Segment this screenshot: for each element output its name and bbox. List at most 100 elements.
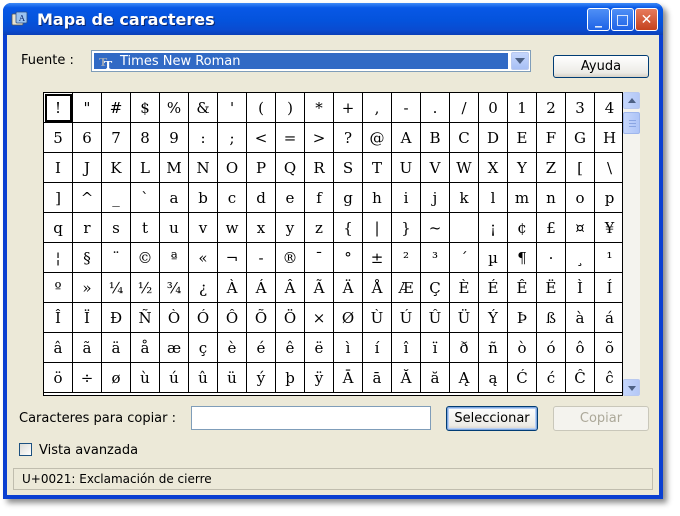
character-cell[interactable]: µ [479, 243, 508, 273]
character-cell[interactable]: § [73, 243, 102, 273]
character-cell[interactable]: J [73, 153, 102, 183]
character-cell[interactable]: ¼ [102, 273, 131, 303]
character-cell[interactable]: Á [247, 273, 276, 303]
character-cell[interactable]: " [73, 93, 102, 123]
select-button[interactable]: Seleccionar [446, 406, 538, 431]
character-cell[interactable]: ö [44, 363, 73, 393]
character-cell[interactable]: ± [363, 243, 392, 273]
character-cell[interactable]: . [421, 93, 450, 123]
character-cell[interactable]: U [392, 153, 421, 183]
character-cell[interactable]: ^ [73, 183, 102, 213]
character-cell[interactable]: z [305, 213, 334, 243]
character-cell[interactable]: P [247, 153, 276, 183]
character-cell[interactable]: õ [595, 333, 624, 363]
character-cell[interactable]: F [537, 123, 566, 153]
minimize-button[interactable]: _ [587, 8, 610, 31]
character-cell[interactable]: Å [363, 273, 392, 303]
character-cell[interactable]: ¸ [566, 243, 595, 273]
character-cell[interactable]: ª [160, 243, 189, 273]
character-cell[interactable]: - [392, 93, 421, 123]
character-cell[interactable]: B [421, 123, 450, 153]
character-cell[interactable]: È [450, 273, 479, 303]
character-cell[interactable]: Ü [450, 303, 479, 333]
character-cell[interactable]: Ê [508, 273, 537, 303]
character-cell[interactable]: M [160, 153, 189, 183]
character-cell[interactable]: Ć [508, 363, 537, 393]
character-cell[interactable]: s [102, 213, 131, 243]
character-cell[interactable]: X [479, 153, 508, 183]
character-cell[interactable]: · [537, 243, 566, 273]
character-cell[interactable]: ¿ [189, 273, 218, 303]
character-cell[interactable]: ~ [421, 213, 450, 243]
character-cell[interactable]: I [44, 153, 73, 183]
character-cell[interactable]: h [363, 183, 392, 213]
character-cell[interactable]: p [595, 183, 624, 213]
character-cell[interactable]: Ý [479, 303, 508, 333]
character-cell[interactable]: c [218, 183, 247, 213]
character-cell[interactable]: ï [421, 333, 450, 363]
font-dropdown-button[interactable] [511, 52, 529, 70]
character-cell[interactable]: o [566, 183, 595, 213]
character-cell[interactable]: ; [218, 123, 247, 153]
character-cell[interactable]: x [247, 213, 276, 243]
character-cell[interactable]: A [392, 123, 421, 153]
character-cell[interactable]: 7 [102, 123, 131, 153]
character-cell[interactable]: > [305, 123, 334, 153]
character-cell[interactable]: ® [276, 243, 305, 273]
character-cell[interactable]: S [334, 153, 363, 183]
character-cell[interactable]: | [363, 213, 392, 243]
character-cell[interactable]: ā [363, 363, 392, 393]
character-cell[interactable]: $ [131, 93, 160, 123]
character-cell[interactable]: { [334, 213, 363, 243]
character-cell[interactable]: 3 [566, 93, 595, 123]
character-cell[interactable]: e [276, 183, 305, 213]
character-cell[interactable]: i [392, 183, 421, 213]
character-cell[interactable]: ¬ [218, 243, 247, 273]
character-cell[interactable]: 0 [479, 93, 508, 123]
character-cell[interactable]: q [44, 213, 73, 243]
character-cell[interactable]: W [450, 153, 479, 183]
character-cell[interactable]: - [247, 243, 276, 273]
character-cell[interactable]: 4 [595, 93, 624, 123]
character-cell[interactable]: À [218, 273, 247, 303]
character-cell[interactable]: × [305, 303, 334, 333]
character-cell[interactable]: & [189, 93, 218, 123]
character-cell[interactable]: v [189, 213, 218, 243]
character-cell[interactable]: Þ [508, 303, 537, 333]
character-cell[interactable]: G [566, 123, 595, 153]
character-cell[interactable]: ) [276, 93, 305, 123]
character-cell[interactable]: Ò [160, 303, 189, 333]
character-cell[interactable]: á [595, 303, 624, 333]
character-cell[interactable]: Ú [392, 303, 421, 333]
title-bar[interactable]: A Mapa de caracteres _ □ ✕ [3, 3, 663, 35]
character-cell[interactable]: b [189, 183, 218, 213]
character-cell[interactable]: © [131, 243, 160, 273]
character-cell[interactable]: C [450, 123, 479, 153]
character-cell[interactable]: : [189, 123, 218, 153]
character-cell[interactable]: a [160, 183, 189, 213]
character-cell[interactable]: 1 [508, 93, 537, 123]
font-combobox[interactable]: T T Times New Roman [91, 50, 531, 72]
character-cell[interactable]: , [363, 93, 392, 123]
character-cell[interactable]: ( [247, 93, 276, 123]
character-cell[interactable]: N [189, 153, 218, 183]
character-cell[interactable]: ! [44, 93, 73, 123]
grid-scrollbar[interactable] [623, 92, 640, 396]
character-cell[interactable]: Â [276, 273, 305, 303]
character-cell[interactable]: ¥ [595, 213, 624, 243]
character-cell[interactable]: k [450, 183, 479, 213]
scroll-down-button[interactable] [623, 379, 640, 396]
character-cell[interactable]: ¤ [566, 213, 595, 243]
character-cell[interactable]: ¦ [44, 243, 73, 273]
character-cell[interactable]: þ [276, 363, 305, 393]
character-cell[interactable]: 6 [73, 123, 102, 153]
character-cell[interactable]: Ö [276, 303, 305, 333]
character-cell[interactable]: R [305, 153, 334, 183]
character-cell[interactable]: » [73, 273, 102, 303]
character-cell[interactable]: ç [189, 333, 218, 363]
character-cell[interactable]: ß [537, 303, 566, 333]
copy-characters-input[interactable] [191, 406, 431, 430]
character-cell[interactable]: ] [44, 183, 73, 213]
character-cell[interactable]: Ô [218, 303, 247, 333]
character-cell[interactable]: å [131, 333, 160, 363]
